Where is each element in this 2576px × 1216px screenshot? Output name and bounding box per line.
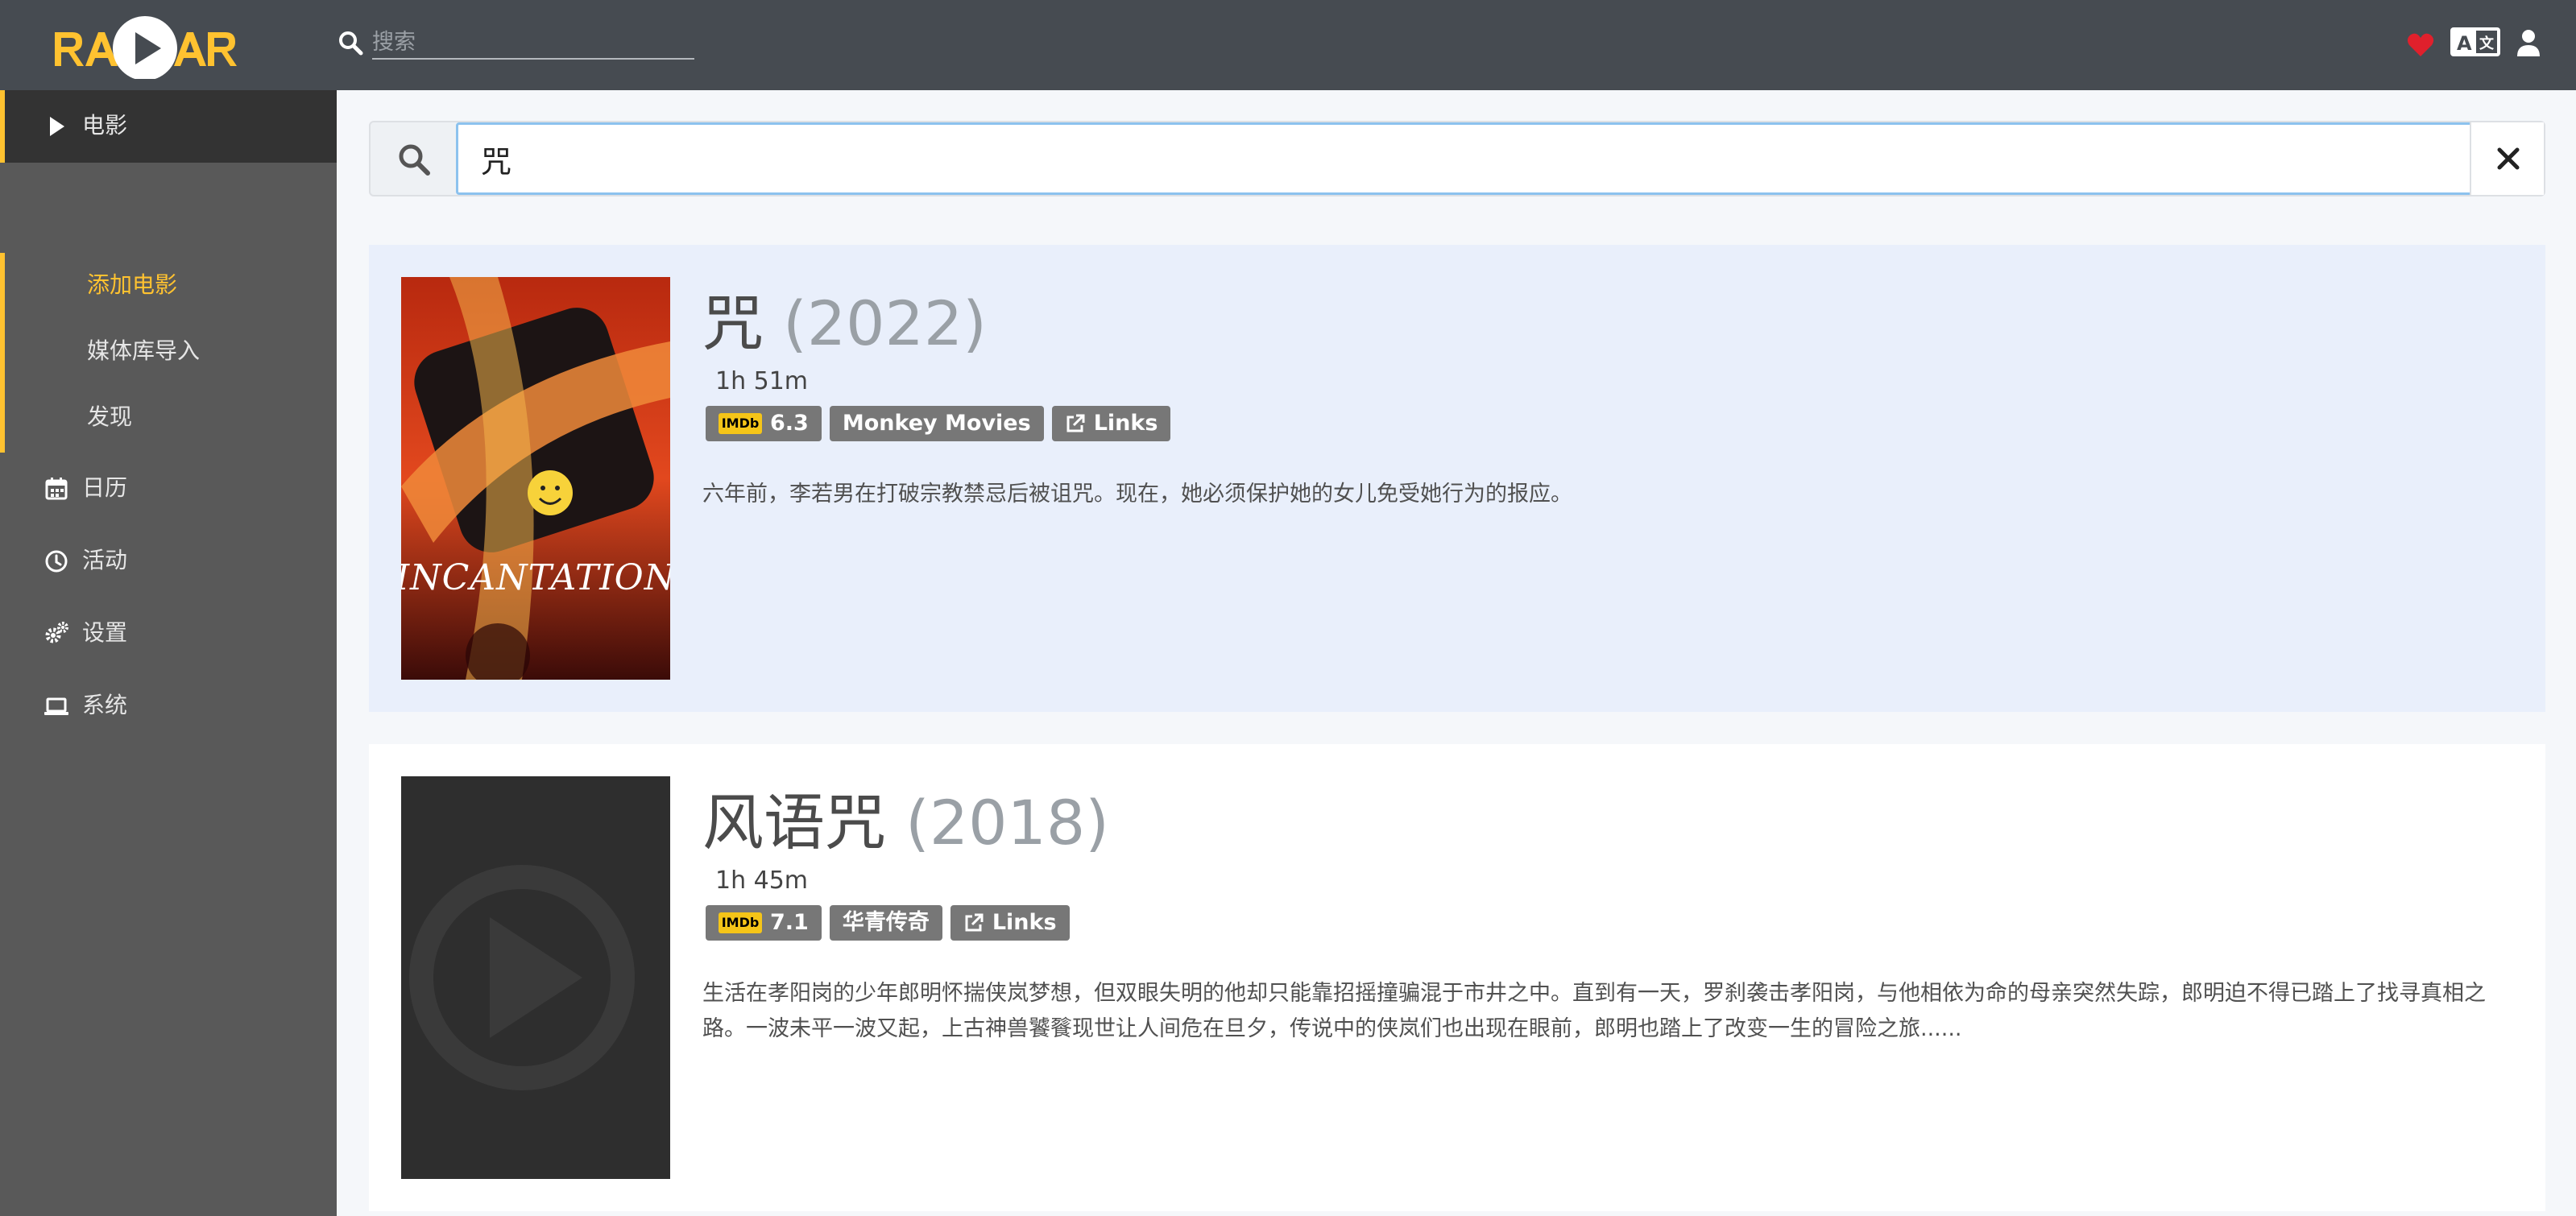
sidebar-item-calendar[interactable]: 日历 bbox=[0, 453, 337, 525]
links-label: Links bbox=[1093, 411, 1158, 436]
movie-search-input[interactable] bbox=[456, 122, 2473, 195]
movie-title-text: 咒 bbox=[702, 287, 764, 359]
close-icon bbox=[2497, 147, 2520, 170]
movie-overview: 生活在孝阳岗的少年郎明怀揣侠岚梦想，但双眼失明的他却只能靠招摇撞骗混于市井之中。… bbox=[702, 981, 2486, 1041]
movie-badges: IMDb 6.3 Monkey Movies Links bbox=[706, 406, 1171, 441]
external-link-icon bbox=[965, 913, 984, 932]
movie-poster: INCANTATION bbox=[401, 277, 670, 680]
sidebar-item-label: 电影 bbox=[82, 112, 128, 139]
laptop-icon bbox=[44, 697, 68, 715]
radarr-logo[interactable] bbox=[55, 8, 251, 79]
sidebar-subitem-add-movie[interactable]: 添加电影 bbox=[87, 269, 177, 301]
movie-title: 咒 (2022) bbox=[702, 283, 987, 364]
play-placeholder-icon bbox=[401, 776, 670, 1179]
sidebar-item-system[interactable]: 系统 bbox=[0, 670, 337, 742]
poster-title: INCANTATION bbox=[401, 557, 670, 598]
play-icon bbox=[50, 117, 64, 136]
sidebar-item-label: 活动 bbox=[82, 547, 128, 573]
svg-text:A: A bbox=[2457, 32, 2472, 55]
heart-icon[interactable] bbox=[2407, 29, 2434, 61]
studio-badge: Monkey Movies bbox=[829, 406, 1044, 441]
calendar-icon bbox=[45, 478, 68, 500]
sidebar-item-label: 设置 bbox=[82, 619, 128, 646]
imdb-rating-value: 6.3 bbox=[770, 411, 809, 436]
links-label: Links bbox=[992, 910, 1057, 935]
links-button[interactable]: Links bbox=[1051, 406, 1171, 441]
sidebar-item-settings[interactable]: 设置 bbox=[0, 598, 337, 670]
imdb-rating-value: 7.1 bbox=[770, 910, 809, 935]
movie-search-bar bbox=[369, 121, 2545, 196]
search-icon bbox=[339, 31, 363, 56]
sidebar-item-activity[interactable]: 活动 bbox=[0, 525, 337, 598]
imdb-rating-badge: IMDb 6.3 bbox=[706, 406, 822, 441]
sidebar-item-label: 日历 bbox=[82, 474, 128, 501]
imdb-icon: IMDb bbox=[719, 912, 762, 933]
movie-title-text: 风语咒 bbox=[702, 787, 886, 858]
search-result-card[interactable]: 风语咒 (2018) 1h 45m IMDb 7.1 华青传奇 Links 生活… bbox=[369, 744, 2545, 1211]
sidebar-subitem-library-import[interactable]: 媒体库导入 bbox=[87, 335, 200, 367]
search-result-card[interactable]: INCANTATION 咒 (2022) 1h 51m IMDb 6.3 Mon… bbox=[369, 245, 2545, 712]
movie-badges: IMDb 7.1 华青传奇 Links bbox=[706, 905, 1070, 941]
studio-badge: 华青传奇 bbox=[829, 905, 942, 941]
sidebar: 电影 添加电影 媒体库导入 发现 日历 活动 设置 系统 bbox=[0, 90, 337, 1216]
movie-poster-placeholder bbox=[401, 776, 670, 1179]
top-header: A 文 bbox=[0, 0, 2576, 90]
cogs-icon bbox=[45, 622, 68, 643]
header-search-input[interactable] bbox=[372, 26, 694, 60]
sidebar-item-label: 系统 bbox=[82, 692, 128, 718]
movie-runtime: 1h 45m bbox=[715, 867, 809, 895]
sidebar-item-movies[interactable]: 电影 bbox=[0, 90, 337, 163]
links-button[interactable]: Links bbox=[950, 905, 1070, 941]
imdb-icon: IMDb bbox=[719, 413, 762, 434]
imdb-rating-badge: IMDb 7.1 bbox=[706, 905, 822, 941]
movie-overview: 六年前，李若男在打破宗教禁忌后被诅咒。现在，她必须保护她的女儿免受她行为的报应。 bbox=[702, 482, 1572, 507]
external-link-icon bbox=[1066, 414, 1085, 432]
search-icon bbox=[399, 144, 430, 176]
sidebar-subitem-discover[interactable]: 发现 bbox=[87, 401, 132, 433]
movie-title: 风语咒 (2018) bbox=[702, 783, 1109, 863]
clear-search-button[interactable] bbox=[2470, 122, 2544, 195]
movie-year: (2018) bbox=[905, 787, 1109, 858]
header-search bbox=[333, 26, 696, 61]
movie-year: (2022) bbox=[783, 287, 987, 359]
translate-icon[interactable]: A 文 bbox=[2450, 26, 2502, 58]
movies-submenu: 添加电影 媒体库导入 发现 bbox=[0, 253, 337, 453]
movie-runtime: 1h 51m bbox=[715, 367, 809, 395]
svg-text:文: 文 bbox=[2479, 35, 2495, 52]
clock-icon bbox=[45, 550, 68, 573]
user-icon[interactable] bbox=[2516, 27, 2541, 60]
